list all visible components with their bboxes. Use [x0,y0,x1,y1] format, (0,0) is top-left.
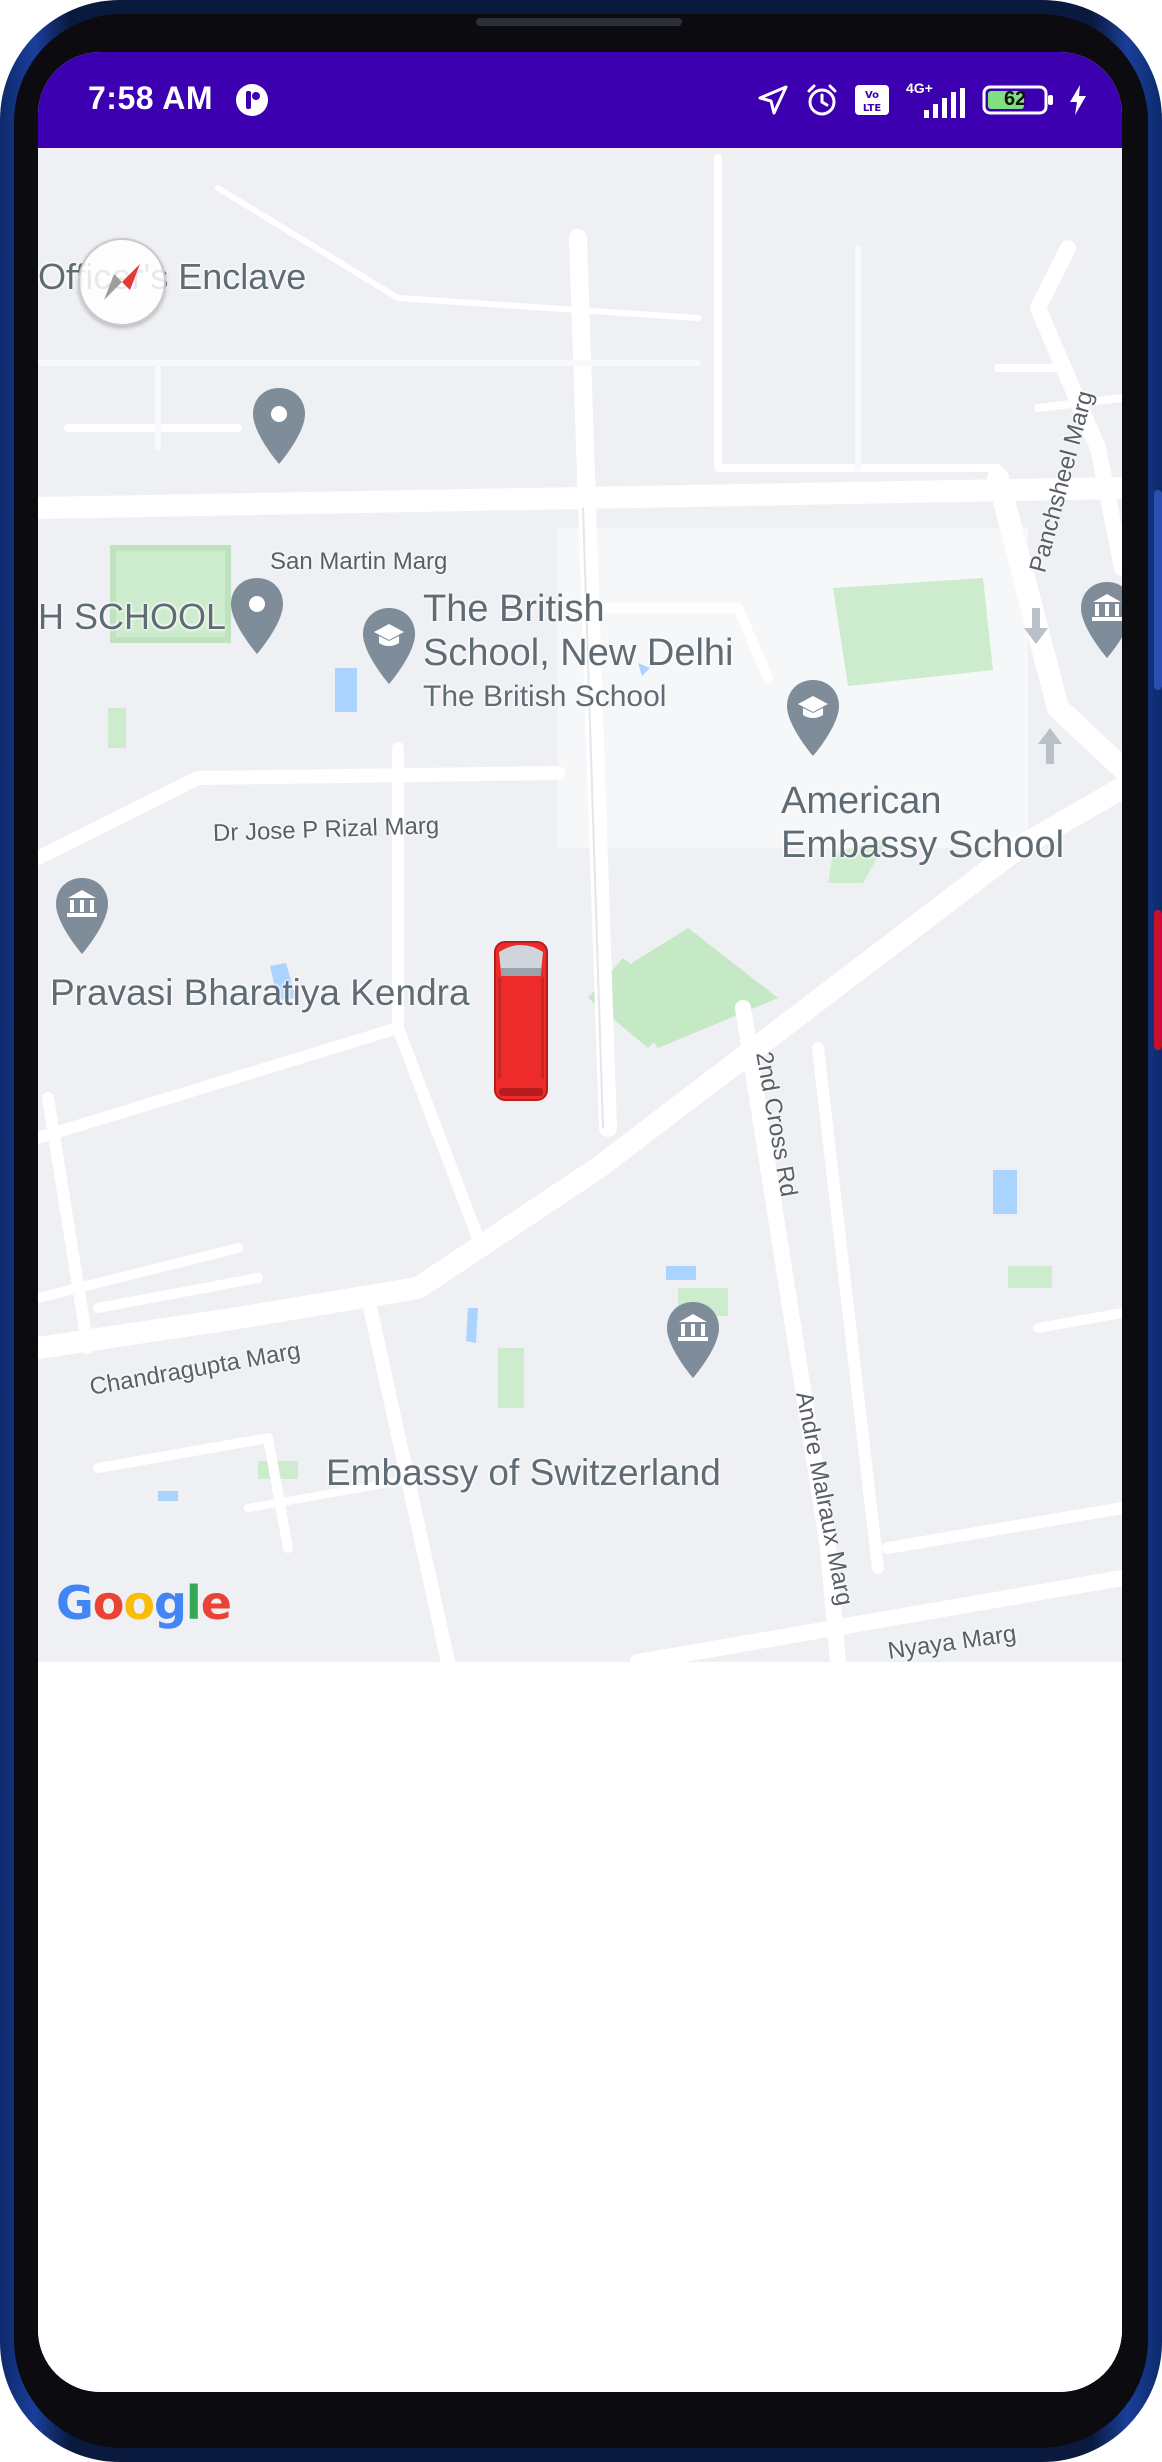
battery-indicator: 62 [982,84,1054,116]
school-pin-icon[interactable] [360,606,418,686]
screen: 7:58 AM Vo LTE 4G+ 62 San Martin Marg Pa… [38,52,1122,2392]
alarm-icon [807,84,837,116]
google-letter-o2: o [123,1576,155,1630]
network-indicator: 4G+ [904,80,968,118]
volume-button [1154,490,1162,690]
status-time: 7:58 AM [88,80,214,116]
school-pin-icon[interactable] [784,678,842,758]
google-letter-o1: o [92,1576,125,1630]
battery-level: 62 [1004,88,1027,110]
signal-bars-icon [924,88,965,118]
place-label-british-school-line1: The British [423,588,605,630]
earpiece-speaker [476,18,682,26]
svg-text:Vo: Vo [865,90,879,101]
one-way-arrow-icon [1024,608,1048,644]
app-notification-icon [236,84,268,116]
one-way-arrow-icon [1038,728,1062,764]
status-bar: 7:58 AM Vo LTE 4G+ 62 [38,52,1122,148]
volte-icon: Vo LTE [855,85,889,115]
google-letter-g2: g [153,1576,187,1630]
content-area [38,1662,1122,2392]
svg-text:LTE: LTE [863,103,882,114]
place-label-british-school-sub: The British School [423,680,667,713]
vehicle-marker-icon[interactable] [493,938,549,1104]
place-label-pravasi: Pravasi Bharatiya Kendra [50,972,470,1013]
location-pin-icon[interactable] [228,576,286,656]
compass-button[interactable] [78,238,166,326]
museum-pin-icon[interactable] [664,1300,722,1380]
place-label-switzerland: Embassy of Switzerland [326,1452,721,1493]
google-letter-e: e [200,1576,232,1630]
google-letter-g1: G [56,1576,94,1630]
museum-pin-icon[interactable] [53,876,111,956]
place-label-american-school-line1: American [781,780,942,822]
location-arrow-icon [758,85,788,115]
status-icons: Vo LTE 4G+ 62 [756,80,1088,120]
place-label-h-school: H SCHOOL [38,596,227,637]
map-view[interactable]: San Martin Marg Panchsheel Marg Dr Jose … [38,148,1122,1662]
google-letter-l: l [185,1576,202,1630]
phone-frame: 7:58 AM Vo LTE 4G+ 62 San Martin Marg Pa… [0,0,1162,2462]
museum-pin-icon[interactable] [1078,580,1122,660]
place-label-american-school-line2: Embassy School [781,824,1065,866]
google-attribution-logo: Google [56,1576,232,1630]
compass-icon [104,264,140,300]
road-label-san-martin: San Martin Marg [270,548,448,575]
charging-icon [1070,85,1086,115]
place-label-british-school-line2: School, New Delhi [423,632,734,674]
location-pin-icon[interactable] [250,386,308,466]
power-button [1154,910,1162,1050]
map-base [38,148,1122,1662]
